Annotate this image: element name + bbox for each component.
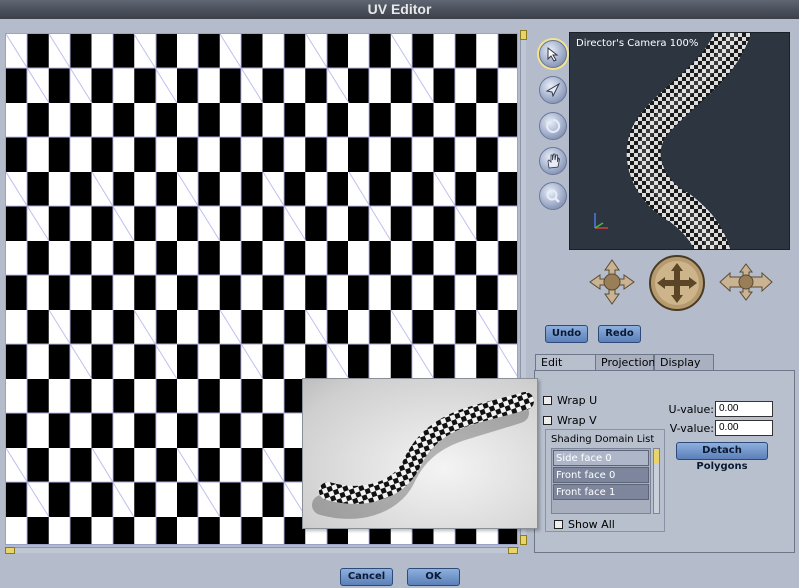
checkbox-box[interactable] [543, 416, 552, 425]
wrap-u-checkbox[interactable]: Wrap U [543, 394, 597, 407]
scroll-knob-left[interactable] [5, 547, 15, 554]
shading-domain-title: Shading Domain List [551, 434, 655, 445]
scroll-knob-bottom[interactable] [520, 535, 527, 545]
wrap-v-checkbox[interactable]: Wrap V [543, 414, 597, 427]
pan-camera-button[interactable] [588, 258, 636, 306]
camera-label: Director's Camera 100% [576, 38, 699, 49]
undo-button[interactable]: Undo [545, 325, 588, 343]
show-all-checkbox[interactable]: Show All [554, 518, 615, 531]
worm-3d-model [594, 33, 752, 249]
v-value-label: V-value: [669, 422, 714, 435]
detach-polygons-button[interactable]: Detach Polygons [676, 442, 768, 472]
scroll-knob-right[interactable] [508, 547, 518, 554]
shading-domain-group: Shading Domain List Side face 0 Front fa… [545, 429, 665, 532]
uv-horizontal-scrollbar[interactable] [5, 547, 519, 554]
hand-icon [547, 153, 560, 169]
translate-tool-button[interactable] [539, 76, 567, 104]
list-item[interactable]: Front face 0 [553, 467, 649, 483]
list-item[interactable]: Side face 0 [553, 450, 649, 466]
move-camera-button[interactable] [648, 254, 706, 312]
shading-domain-list[interactable]: Side face 0 Front face 0 Front face 1 [551, 448, 651, 514]
tab-projection[interactable]: Projection [595, 354, 655, 371]
wrap-v-label: Wrap V [557, 414, 597, 427]
orbit-camera-button[interactable] [718, 262, 774, 302]
u-value-label: U-value: [668, 403, 714, 416]
u-value-input[interactable]: 0.00 [715, 401, 773, 417]
select-tool-button[interactable] [539, 40, 567, 68]
zoom-icon [546, 189, 560, 203]
zoom-tool-button[interactable] [539, 182, 567, 210]
scroll-knob[interactable] [654, 449, 659, 463]
worm-render [312, 392, 534, 519]
ok-button[interactable]: OK [407, 568, 460, 586]
show-all-label: Show All [568, 518, 615, 531]
render-preview [302, 378, 538, 529]
list-item[interactable]: Front face 1 [553, 484, 649, 500]
redo-button[interactable]: Redo [598, 325, 641, 343]
select-arrow-icon [547, 46, 559, 62]
translate-icon [545, 82, 561, 98]
camera-viewport[interactable]: Director's Camera 100% [569, 32, 790, 250]
cancel-button[interactable]: Cancel [340, 568, 393, 586]
scroll-knob-top[interactable] [520, 30, 527, 40]
rotate-tool-button[interactable] [539, 112, 567, 140]
hand-tool-button[interactable] [539, 147, 567, 175]
wrap-u-label: Wrap U [557, 394, 598, 407]
domain-list-scrollbar[interactable] [653, 448, 660, 514]
rotate-icon [546, 118, 561, 133]
checkbox-box[interactable] [554, 520, 563, 529]
tab-display[interactable]: Display [654, 354, 714, 371]
window-title: UV Editor [0, 0, 799, 19]
v-value-input[interactable]: 0.00 [715, 420, 773, 436]
checkbox-box[interactable] [543, 396, 552, 405]
